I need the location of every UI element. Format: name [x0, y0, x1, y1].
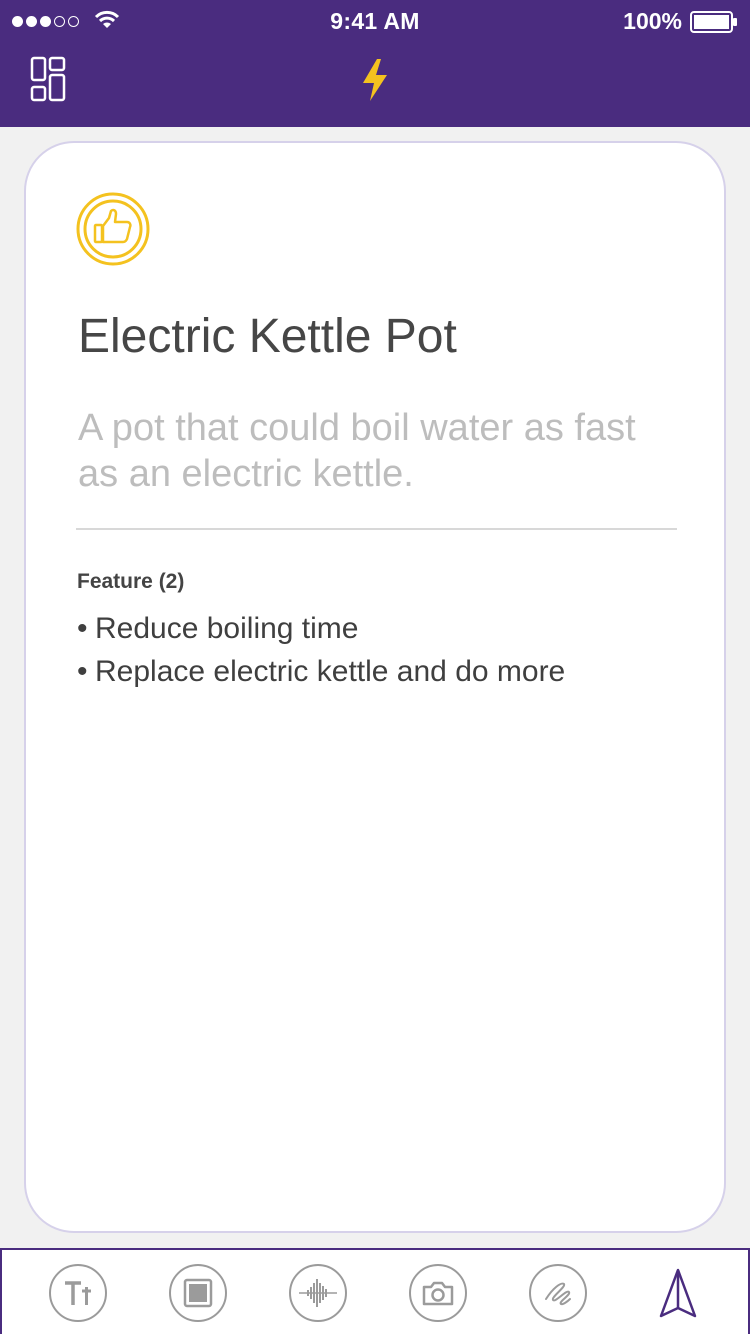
lightning-bolt-icon: [363, 59, 387, 101]
layout-grid-icon[interactable]: [28, 55, 70, 105]
thumbs-up-icon: [76, 192, 150, 266]
bottom-toolbar: [0, 1248, 750, 1334]
divider: [76, 528, 677, 530]
app-header: 9:41 AM 100%: [0, 0, 750, 127]
feature-heading: Feature (2): [77, 570, 185, 593]
card-title: Electric Kettle Pot: [78, 310, 457, 363]
card-description: A pot that could boil water as fast as a…: [78, 407, 636, 495]
battery-icon: [690, 11, 737, 33]
idea-card: Electric Kettle Pot A pot that could boi…: [24, 141, 726, 1233]
feature-item: • Reduce boiling time: [77, 612, 359, 645]
sketch-icon[interactable]: [529, 1264, 587, 1322]
text-format-icon[interactable]: [49, 1264, 107, 1322]
feature-item: • Replace electric kettle and do more: [77, 655, 566, 688]
status-bar: 9:41 AM 100%: [0, 0, 750, 44]
feature-list: • Reduce boiling time • Replace electric k…: [77, 607, 565, 693]
battery-percentage: 100%: [623, 8, 682, 34]
audio-waveform-icon[interactable]: [289, 1264, 347, 1322]
send-icon[interactable]: [657, 1268, 699, 1320]
camera-icon[interactable]: [409, 1264, 467, 1322]
image-icon[interactable]: [169, 1264, 227, 1322]
